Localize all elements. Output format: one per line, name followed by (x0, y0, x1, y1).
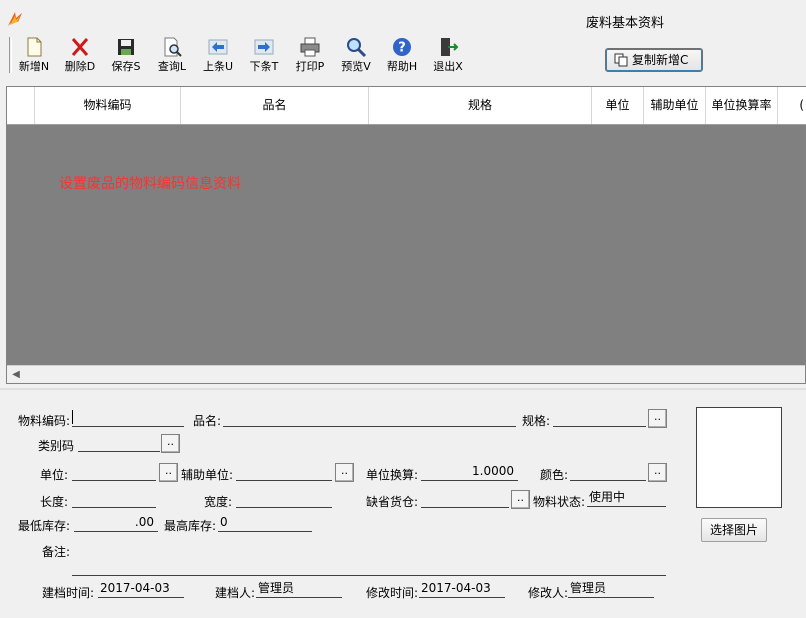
copy-new-label: 复制新增C (632, 53, 689, 67)
category-browse-button[interactable]: .. (161, 434, 180, 453)
preview-button-label: 预览V (341, 60, 371, 73)
color-input[interactable] (570, 463, 646, 481)
warehouse-browse-button[interactable]: .. (511, 490, 530, 509)
app-logo-icon (8, 12, 22, 26)
max-stock-label: 最高库存: (164, 519, 217, 533)
spec-label: 规格: (522, 414, 551, 428)
grid-body[interactable]: 设置废品的物料编码信息资料 (7, 125, 805, 365)
print-button[interactable]: 打印P (287, 36, 333, 76)
detail-form: 物料编码: 品名: 规格: .. 类别码 .. 单位: .. 辅助单位: .. … (0, 388, 806, 618)
column-header-conversion-rate[interactable]: 单位换算率 (706, 87, 778, 124)
help-icon: ? (393, 38, 411, 56)
exit-button[interactable]: 退出X (425, 36, 471, 76)
width-input[interactable] (236, 490, 332, 508)
new-button-label: 新增N (18, 60, 50, 73)
save-button[interactable]: 保存S (103, 36, 149, 76)
new-button[interactable]: 新增N (11, 36, 57, 76)
exit-button-label: 退出X (433, 60, 463, 73)
arrow-left-icon (208, 39, 228, 55)
aux-unit-label: 辅助单位: (181, 468, 234, 482)
delete-button[interactable]: 删除D (57, 36, 103, 76)
help-button-label: 帮助H (386, 60, 418, 73)
magnifier-icon (347, 38, 367, 58)
query-button-label: 查询L (157, 60, 187, 73)
previous-button[interactable]: 上条U (195, 36, 241, 76)
remarks-label: 备注: (42, 545, 71, 559)
category-code-label: 类别码 (38, 439, 75, 453)
unit-browse-button[interactable]: .. (159, 463, 178, 482)
svg-text:?: ? (398, 41, 406, 56)
window-title: 废料基本资料 (585, 16, 664, 31)
material-code-label: 物料编码: (18, 414, 71, 428)
printer-icon (300, 37, 320, 57)
grid-header: 物料编码 品名 规格 单位 辅助单位 单位换算率 ( (7, 87, 806, 125)
preview-button[interactable]: 预览V (333, 36, 379, 76)
column-header-product-name[interactable]: 品名 (181, 87, 369, 124)
creator-value: 管理员 (256, 580, 342, 598)
default-warehouse-input[interactable] (421, 490, 509, 508)
color-browse-button[interactable]: .. (648, 463, 667, 482)
material-status-label: 物料状态: (533, 495, 586, 509)
row-indicator-header (7, 87, 35, 124)
color-label: 颜色: (540, 468, 569, 482)
image-preview (696, 407, 782, 508)
max-stock-input[interactable]: 0 (218, 514, 312, 532)
horizontal-scrollbar[interactable]: ◀ (7, 365, 805, 383)
length-label: 长度: (40, 495, 69, 509)
product-name-input[interactable] (223, 409, 516, 427)
unit-input[interactable] (72, 463, 156, 481)
created-time-label: 建档时间: (42, 586, 95, 600)
unit-conversion-label: 单位换算: (366, 468, 419, 482)
select-image-button[interactable]: 选择图片 (701, 518, 767, 542)
materials-grid[interactable]: 物料编码 品名 规格 单位 辅助单位 单位换算率 ( 设置废品的物料编码信息资料… (6, 86, 806, 384)
column-header-unit[interactable]: 单位 (592, 87, 644, 124)
width-label: 宽度: (204, 495, 233, 509)
min-stock-label: 最低库存: (18, 519, 71, 533)
material-code-input[interactable] (72, 409, 184, 427)
min-stock-input[interactable]: .00 (74, 514, 158, 532)
category-code-input[interactable] (78, 434, 160, 452)
copy-new-button[interactable]: 复制新增C (605, 48, 703, 72)
modified-time-label: 修改时间: (366, 586, 419, 600)
aux-unit-input[interactable] (236, 463, 332, 481)
created-time-value: 2017-04-03 (98, 580, 184, 598)
length-input[interactable] (72, 490, 156, 508)
material-status-input[interactable]: 使用中 (587, 489, 666, 507)
title-bar: 废料基本资料 (0, 0, 806, 34)
scroll-left-icon[interactable]: ◀ (9, 368, 23, 382)
delete-button-label: 删除D (64, 60, 96, 73)
modified-time-value: 2017-04-03 (419, 580, 505, 598)
column-header-material-code[interactable]: 物料编码 (35, 87, 181, 124)
search-document-icon (164, 37, 182, 57)
next-button-label: 下条T (249, 60, 279, 73)
text-cursor (72, 410, 73, 424)
column-header-overflow[interactable]: ( (778, 87, 806, 124)
arrow-right-icon (254, 39, 274, 55)
copy-document-icon (614, 53, 628, 67)
next-button[interactable]: 下条T (241, 36, 287, 76)
unit-conversion-input[interactable]: 1.0000 (421, 463, 518, 481)
help-button[interactable]: ? 帮助H (379, 36, 425, 76)
hint-text: 设置废品的物料编码信息资料 (59, 176, 241, 192)
modifier-value: 管理员 (568, 580, 654, 598)
column-header-aux-unit[interactable]: 辅助单位 (644, 87, 706, 124)
remarks-input[interactable] (72, 558, 666, 576)
print-button-label: 打印P (295, 60, 325, 73)
modifier-label: 修改人: (528, 586, 569, 600)
spec-browse-button[interactable]: .. (648, 409, 667, 428)
column-header-spec[interactable]: 规格 (369, 87, 592, 124)
previous-button-label: 上条U (202, 60, 234, 73)
default-warehouse-label: 缺省货仓: (366, 495, 419, 509)
save-button-label: 保存S (111, 60, 141, 73)
product-name-label: 品名: (193, 414, 222, 428)
new-document-icon (27, 37, 42, 57)
floppy-save-icon (118, 39, 134, 55)
delete-x-icon (71, 38, 89, 56)
creator-label: 建档人: (215, 586, 256, 600)
aux-unit-browse-button[interactable]: .. (335, 463, 354, 482)
unit-label: 单位: (40, 468, 69, 482)
spec-input[interactable] (553, 409, 646, 427)
query-button[interactable]: 查询L (149, 36, 195, 76)
exit-door-icon (441, 38, 459, 56)
